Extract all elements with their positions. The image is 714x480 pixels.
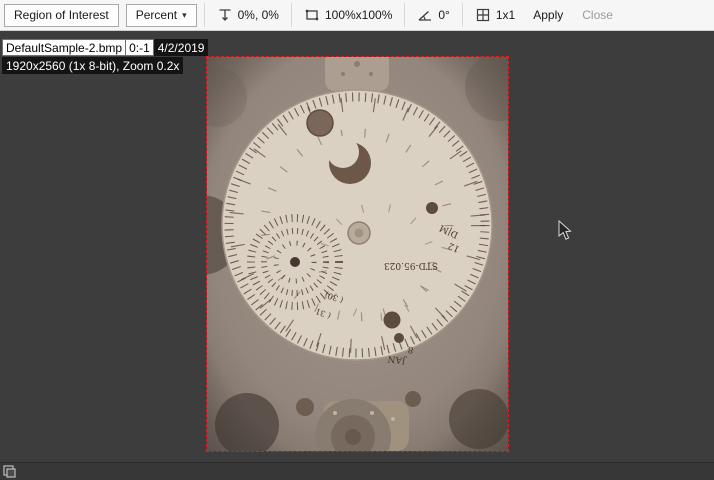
frame-range-field[interactable]: 0:-1: [126, 39, 154, 56]
grid-icon: [476, 8, 489, 22]
toolbar-separator: [203, 3, 205, 27]
image-canvas[interactable]: STD-95.023 D|M 12 JAN 8 ( 30) ( 31 Defau…: [0, 31, 714, 462]
filename-field[interactable]: DefaultSample-2.bmp: [2, 39, 127, 56]
apply-button[interactable]: Apply: [527, 4, 569, 27]
roi-selection[interactable]: STD-95.023 D|M 12 JAN 8 ( 30) ( 31: [206, 56, 509, 452]
status-bar: [0, 462, 714, 480]
unit-dropdown-value: Percent: [135, 8, 178, 22]
unit-dropdown[interactable]: Percent ▾: [125, 3, 197, 27]
size-rectangle-icon: [305, 9, 319, 21]
grid-field[interactable]: 1x1: [470, 4, 520, 27]
thumbnail-panel-icon[interactable]: [3, 465, 16, 478]
toolbar-separator: [290, 3, 292, 27]
angle-value: 0°: [438, 8, 450, 22]
chevron-down-icon: ▾: [182, 9, 187, 20]
mouse-cursor: [558, 220, 572, 240]
roi-toolbar: Region of Interest Percent ▾ 0%, 0% 100%…: [0, 0, 714, 31]
details-line: 1920x2560 (1x 8-bit), Zoom 0.2x: [2, 57, 208, 74]
image-info-overlay: DefaultSample-2.bmp 0:-1 4/2/2019 1920x2…: [2, 39, 209, 75]
watch-photo: STD-95.023 D|M 12 JAN 8 ( 30) ( 31: [207, 57, 508, 451]
size-field[interactable]: 100%x100%: [299, 4, 397, 27]
origin-icon: [219, 9, 231, 21]
app-window: { "toolbar": { "roi_label": "Region of I…: [0, 0, 714, 480]
origin-field[interactable]: 0%, 0%: [212, 4, 284, 27]
date-label: 4/2/2019: [153, 39, 209, 56]
toolbar-separator: [404, 3, 406, 27]
filename-line: DefaultSample-2.bmp 0:-1 4/2/2019: [2, 39, 209, 56]
photo-vignette: [207, 57, 508, 451]
close-button[interactable]: Close: [576, 4, 619, 27]
toolbar-separator: [461, 3, 463, 27]
angle-icon: [418, 11, 432, 21]
grid-value: 1x1: [495, 8, 516, 22]
image-details-label: 1920x2560 (1x 8-bit), Zoom 0.2x: [2, 57, 184, 74]
angle-field[interactable]: 0°: [412, 4, 454, 27]
origin-value: 0%, 0%: [237, 8, 279, 22]
size-value: 100%x100%: [324, 8, 393, 22]
region-of-interest-button[interactable]: Region of Interest: [4, 3, 119, 27]
